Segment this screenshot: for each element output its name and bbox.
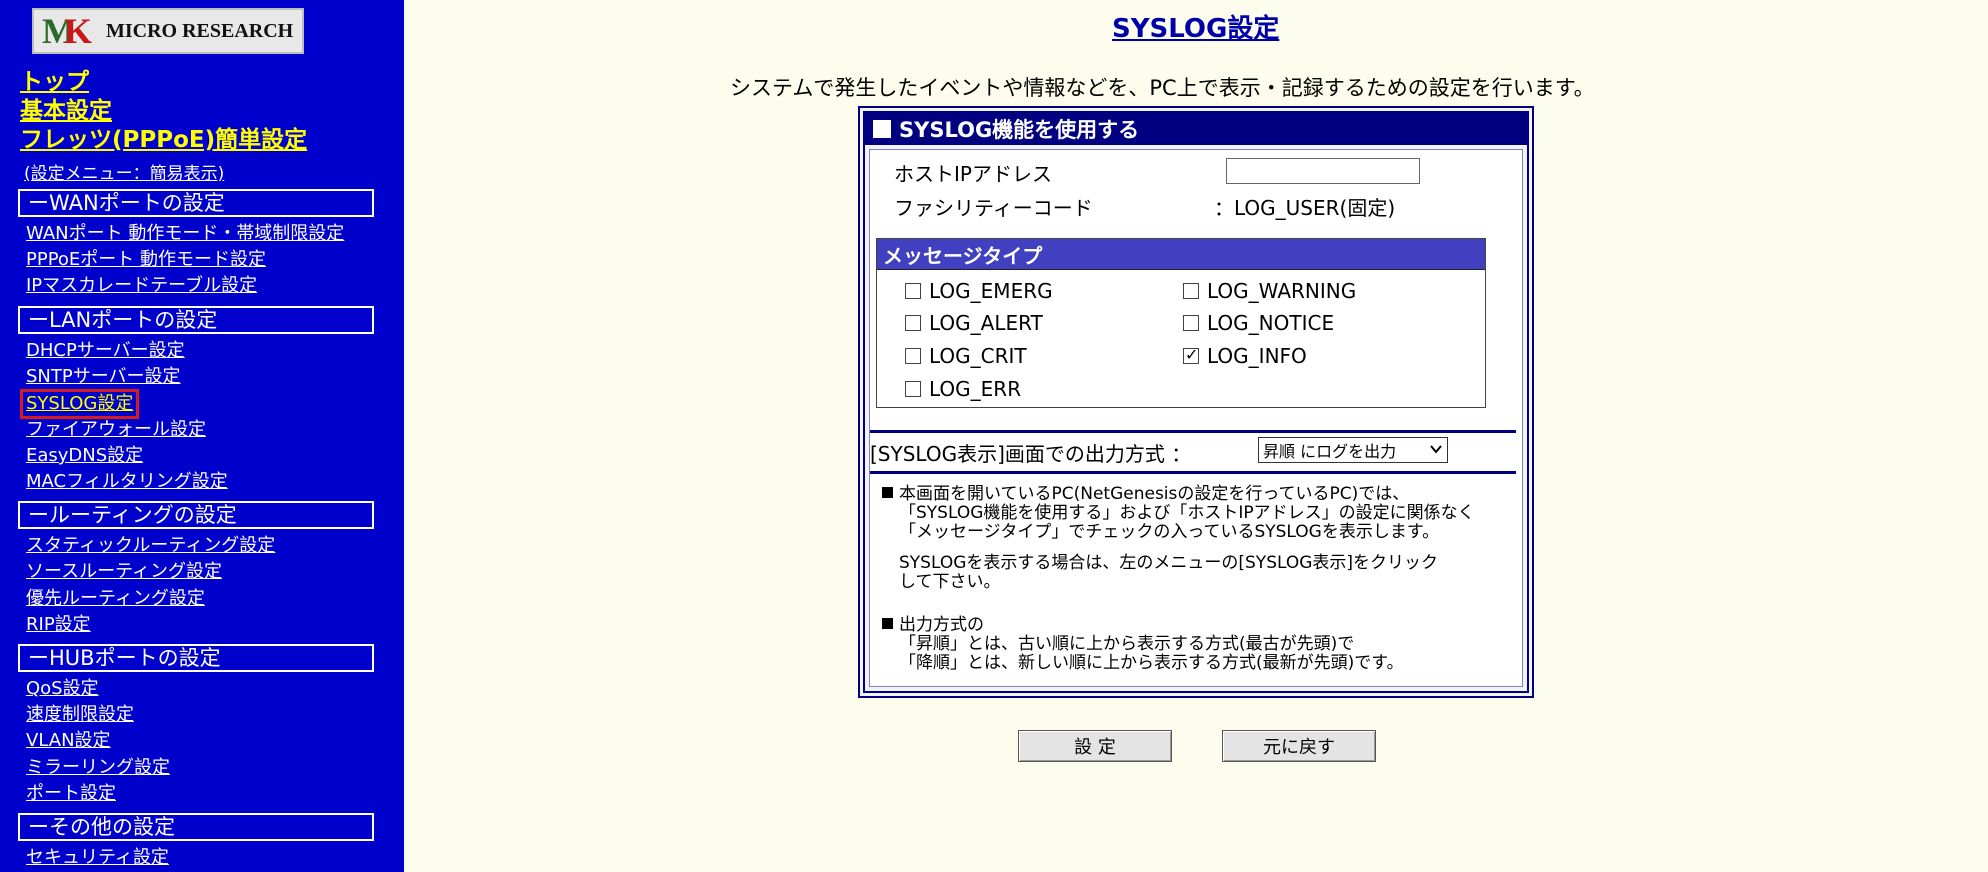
panel-body: ホストIPアドレス ファシリティーコード ：LOG_USER(固定) メッセージ… — [869, 149, 1523, 687]
output-order-select[interactable]: 昇順 にログを出力 — [1258, 437, 1448, 463]
sidebar-item-source-routing[interactable]: ソースルーティング設定 — [26, 561, 222, 583]
sidebar-item-qos[interactable]: QoS設定 — [26, 678, 99, 700]
note2-line-2: 「昇順」とは、古い順に上から表示する方式(最古が先頭)で — [899, 634, 1355, 654]
host-ip-input[interactable] — [1226, 158, 1420, 184]
section-header-hub: ーHUBポートの設定 — [18, 644, 374, 672]
note1-line-1: 本画面を開いているPC(NetGenesisの設定を行っているPC)では、 — [899, 484, 1410, 504]
message-type-box: メッセージタイプ LOG_EMERG LOG_ALERT LOG_CRIT LO… — [876, 238, 1486, 408]
log-info-label: LOG_INFO — [1207, 344, 1307, 368]
sidebar-item-rip[interactable]: RIP設定 — [26, 614, 91, 636]
panel-inner-frame: SYSLOG機能を使用する ホストIPアドレス ファシリティーコード ：LOG_… — [863, 111, 1529, 693]
sidebar-item-rate-limit[interactable]: 速度制限設定 — [26, 704, 134, 726]
note1-line-2: 「SYSLOG機能を使用する」および「ホストIPアドレス」の設定に関係なく — [899, 503, 1475, 523]
note1-line-3: 「メッセージタイプ」でチェックの入っているSYSLOGを表示します。 — [899, 522, 1440, 542]
log-warning-checkbox[interactable] — [1183, 283, 1199, 299]
sidebar-item-easydns[interactable]: EasyDNS設定 — [26, 445, 143, 467]
sidebar-item-pppoe-mode[interactable]: PPPoEポート 動作モード設定 — [26, 249, 266, 271]
nav-flets-pppoe-link[interactable]: フレッツ(PPPoE)簡単設定 — [20, 120, 307, 154]
sidebar-item-priority-routing[interactable]: 優先ルーティング設定 — [26, 588, 205, 610]
note1b-line-2: して下さい。 — [899, 572, 1001, 592]
logo-mark-icon: MK — [42, 11, 93, 51]
message-type-title: メッセージタイプ — [877, 239, 1485, 270]
divider-top — [870, 430, 1516, 433]
sidebar-item-ip-masquerade[interactable]: IPマスカレードテーブル設定 — [26, 275, 257, 297]
log-err-checkbox[interactable] — [905, 381, 921, 397]
sidebar-item-dhcp[interactable]: DHCPサーバー設定 — [26, 340, 185, 362]
note-block-1: 本画面を開いているPC(NetGenesisの設定を行っているPC)では、 「S… — [882, 485, 1475, 542]
divider-bottom — [870, 471, 1516, 474]
log-info-checkbox[interactable] — [1183, 345, 1199, 364]
sidebar-item-security[interactable]: セキュリティ設定 — [26, 847, 169, 869]
sidebar-item-vlan[interactable]: VLAN設定 — [26, 730, 111, 752]
output-order-selected: 昇順 にログを出力 — [1263, 442, 1397, 461]
enable-syslog-header: SYSLOG機能を使用する — [865, 113, 1527, 145]
section-header-other: ーその他の設定 — [18, 813, 374, 841]
log-crit-label: LOG_CRIT — [929, 344, 1027, 368]
log-alert-label: LOG_ALERT — [929, 311, 1043, 335]
sidebar: MK MICRO RESEARCH トップ 基本設定 フレッツ(PPPoE)簡単… — [0, 0, 404, 872]
sidebar-item-static-routing[interactable]: スタティックルーティング設定 — [26, 535, 275, 557]
sidebar-item-sntp[interactable]: SNTPサーバー設定 — [26, 366, 181, 388]
enable-syslog-checkbox[interactable] — [873, 120, 891, 138]
msg-type-log-err[interactable]: LOG_ERR — [905, 377, 1021, 401]
sidebar-item-port[interactable]: ポート設定 — [26, 783, 116, 805]
section-header-lan: ーLANポートの設定 — [18, 306, 374, 334]
bullet-icon — [882, 618, 893, 629]
syslog-settings-panel: SYSLOG機能を使用する ホストIPアドレス ファシリティーコード ：LOG_… — [858, 106, 1534, 698]
sidebar-item-mirroring[interactable]: ミラーリング設定 — [26, 757, 170, 779]
page-description: システムで発生したイベントや情報などを、PC上で表示・記録するための設定を行いま… — [730, 76, 1595, 100]
sidebar-item-wan-mode[interactable]: WANポート 動作モード・帯域制限設定 — [26, 223, 344, 245]
logo-text: MICRO RESEARCH — [106, 19, 294, 42]
log-alert-checkbox[interactable] — [905, 315, 921, 331]
note2-line-3: 「降順」とは、新しい順に上から表示する方式(最新が先頭)です。 — [899, 653, 1404, 673]
sidebar-item-syslog[interactable]: SYSLOG設定 — [19, 389, 140, 419]
log-warning-label: LOG_WARNING — [1207, 279, 1357, 303]
log-notice-checkbox[interactable] — [1183, 315, 1199, 331]
msg-type-log-alert[interactable]: LOG_ALERT — [905, 311, 1043, 335]
sidebar-item-firewall[interactable]: ファイアウォール設定 — [26, 419, 206, 441]
msg-type-log-info[interactable]: LOG_INFO — [1183, 344, 1307, 368]
msg-type-log-warning[interactable]: LOG_WARNING — [1183, 279, 1356, 303]
host-ip-label: ホストIPアドレス — [894, 162, 1052, 186]
msg-type-log-notice[interactable]: LOG_NOTICE — [1183, 311, 1334, 335]
log-emerg-checkbox[interactable] — [905, 283, 921, 299]
page-title: SYSLOG設定 — [1112, 14, 1280, 44]
chevron-down-icon — [1430, 445, 1442, 454]
enable-syslog-label: SYSLOG機能を使用する — [899, 118, 1140, 142]
msg-type-log-crit[interactable]: LOG_CRIT — [905, 344, 1027, 368]
msg-type-log-emerg[interactable]: LOG_EMERG — [905, 279, 1053, 303]
menu-mode-toggle[interactable]: (設定メニュー：簡易表示) — [24, 159, 224, 184]
reset-button[interactable]: 元に戻す — [1222, 730, 1376, 762]
note-block-2: 出力方式の 「昇順」とは、古い順に上から表示する方式(最古が先頭)で 「降順」と… — [882, 616, 1404, 673]
log-err-label: LOG_ERR — [929, 377, 1022, 401]
log-emerg-label: LOG_EMERG — [929, 279, 1053, 303]
note1b-line-1: SYSLOGを表示する場合は、左のメニューの[SYSLOG表示]をクリック — [899, 553, 1439, 573]
sidebar-item-mac-filtering[interactable]: MACフィルタリング設定 — [26, 471, 228, 493]
submit-settings-button[interactable]: 設 定 — [1018, 730, 1172, 762]
note-block-1b: SYSLOGを表示する場合は、左のメニューの[SYSLOG表示]をクリック して… — [899, 554, 1438, 592]
log-crit-checkbox[interactable] — [905, 348, 921, 364]
log-notice-label: LOG_NOTICE — [1207, 311, 1335, 335]
micro-research-logo[interactable]: MK MICRO RESEARCH — [32, 8, 304, 54]
section-header-wan: ーWANポートの設定 — [18, 189, 374, 217]
facility-code-value: ：LOG_USER(固定) — [1214, 196, 1396, 220]
note2-line-1: 出力方式の — [899, 615, 984, 635]
output-method-label: [SYSLOG表示]画面での出力方式 ： — [870, 442, 1192, 466]
section-header-routing: ールーティングの設定 — [18, 501, 374, 529]
bullet-icon — [882, 487, 893, 498]
facility-code-label: ファシリティーコード — [894, 196, 1093, 220]
